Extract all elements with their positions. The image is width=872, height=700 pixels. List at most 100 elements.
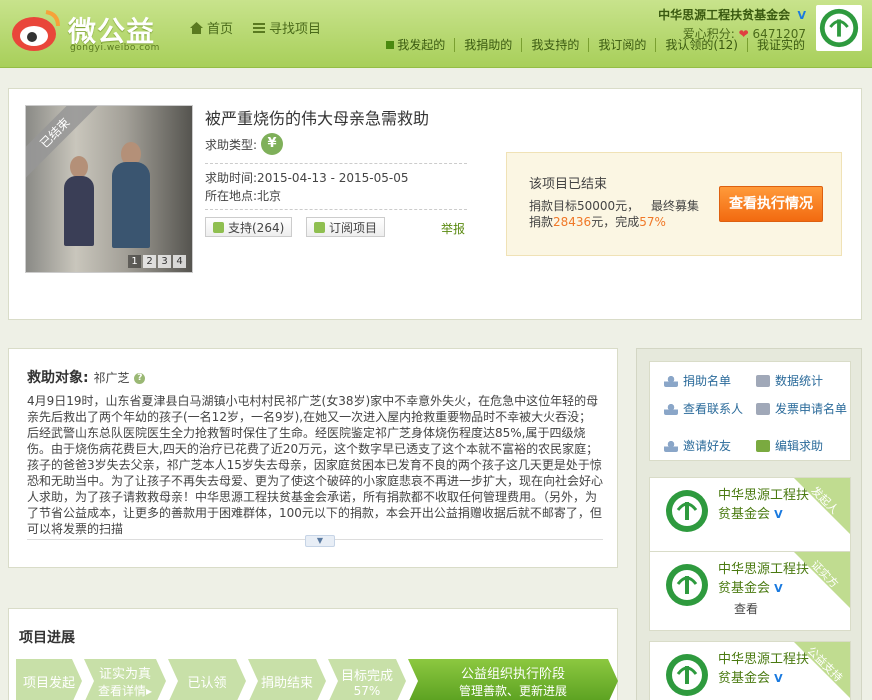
list-icon	[253, 22, 266, 33]
beneficiary-name: 祁广芝	[93, 371, 130, 385]
goal-text: 捐款目标50000元，	[529, 199, 640, 213]
step-initiated: 项目发起	[16, 659, 82, 700]
subnav-donated[interactable]: 我捐助的	[454, 38, 521, 52]
beneficiary-label: 救助对象:	[27, 370, 89, 386]
pager-4[interactable]: 4	[173, 255, 186, 268]
progress-steps: 项目发起 证实为真 查看详情▸ 已认领 捐助结束 目标完成 57% 公益组织执行…	[16, 659, 620, 700]
pager-1[interactable]: 1	[128, 255, 141, 268]
step-label: 公益组织执行阶段	[460, 667, 565, 682]
foundation-logo[interactable]	[664, 652, 710, 698]
raised-value: 28436	[553, 215, 592, 229]
raised-prefix: 捐款	[529, 215, 554, 229]
link-label: 发票申请名单	[775, 402, 848, 416]
description-card: 救助对象: 祁广芝 ? 4月9日19时，山东省夏津县白马湖镇小屯村村民祁广芝(女…	[8, 348, 618, 568]
final-raised-label: 最终募集	[651, 199, 700, 213]
help-time-value: :2015-04-13 - 2015-05-05	[253, 171, 409, 185]
weibo-logo-icon	[12, 10, 60, 51]
yuan-icon: ¥	[261, 133, 284, 155]
top-header: 微公益 gongyi.weibo.com 首页 寻找项目 中华思源工程扶贫基金会…	[0, 0, 872, 68]
step-view-details-link[interactable]: 查看详情▸	[98, 682, 152, 699]
photo-child	[64, 176, 94, 246]
step-label: 项目发起	[22, 675, 75, 691]
subnav-initiated[interactable]: 我发起的	[377, 38, 454, 52]
subnav-initiated-label: 我发起的	[397, 38, 446, 52]
support-button-label: 支持(264)	[228, 220, 285, 235]
pager-2[interactable]: 2	[143, 255, 156, 268]
divider	[205, 209, 467, 210]
project-card: 已结束 1 2 3 4 被严重烧伤的伟大母亲急需救助 求助类型: ¥ 求助时间:…	[8, 88, 862, 320]
user-subnav: 我发起的 我捐助的 我支持的 我订阅的 我认领的(12) 我证实的	[377, 38, 814, 52]
sidebar-links: 捐助名单 数据统计 查看联系人 发票申请名单 邀请好友 编辑求助	[649, 361, 851, 461]
location-value: :北京	[253, 189, 282, 203]
subnav-claimed[interactable]: 我认领的(12)	[655, 38, 747, 52]
subscribe-button[interactable]: 订阅项目	[306, 217, 386, 237]
link-invite-friends[interactable]: 邀请好友	[664, 439, 754, 454]
nav-home[interactable]: 首页	[190, 18, 233, 37]
org-card-supporter: 中华思源工程扶贫基金会 V 公益支持	[649, 641, 851, 700]
link-edit-request[interactable]: 编辑求助	[756, 439, 848, 454]
subnav-verified[interactable]: 我证实的	[746, 38, 814, 52]
foundation-logo[interactable]	[664, 562, 710, 608]
photo-pager: 1 2 3 4	[128, 255, 186, 268]
org-view-link[interactable]: 查看	[734, 600, 758, 617]
link-label: 编辑求助	[775, 439, 824, 453]
subnav-supported[interactable]: 我支持的	[521, 38, 588, 52]
help-time-label: 求助时间	[205, 171, 254, 185]
step-label: 捐助结束	[260, 675, 313, 691]
support-button[interactable]: 支持(264)	[205, 217, 293, 237]
verified-v-icon: V	[774, 508, 783, 521]
user-name-link[interactable]: 中华思源工程扶贫基金会	[658, 8, 790, 22]
document-icon	[756, 375, 770, 387]
step-claimed: 已认领	[168, 659, 246, 700]
step-label: 证实为真	[98, 667, 151, 682]
step-verified[interactable]: 证实为真 查看详情▸	[84, 659, 166, 700]
org-card-initiator: 中华思源工程扶贫基金会 V 发起人	[649, 477, 851, 557]
help-type-label: 求助类型:	[205, 137, 258, 152]
verified-v-icon: V	[774, 582, 783, 595]
link-label: 查看联系人	[683, 402, 744, 416]
rss-icon	[314, 221, 325, 233]
subnav-subscribed[interactable]: 我订阅的	[588, 38, 655, 52]
report-link[interactable]: 举报	[441, 220, 465, 237]
nav-find-projects-label: 寻找项目	[269, 22, 322, 37]
link-label: 捐助名单	[683, 374, 732, 388]
progress-card: 项目进展 项目发起 证实为真 查看详情▸ 已认领 捐助结束 目标完成 57% 公…	[8, 608, 618, 700]
project-photo[interactable]: 已结束 1 2 3 4	[25, 105, 193, 273]
expand-chevron-down-icon[interactable]: ▼	[305, 535, 335, 547]
description-text: 4月9日19时，山东省夏津县白马湖镇小屯村村民祁广芝(女38岁)家中不幸意外失火…	[27, 394, 603, 536]
link-view-contacts[interactable]: 查看联系人	[664, 402, 754, 417]
status-raised-line: 捐款28436元，完成57%	[529, 213, 666, 230]
divider	[205, 163, 467, 164]
link-donor-list[interactable]: 捐助名单	[664, 374, 754, 389]
person-icon	[664, 375, 678, 387]
status-title: 该项目已结束	[529, 177, 608, 192]
step-goal-percent: 57%	[353, 683, 381, 698]
nav-find-projects[interactable]: 寻找项目	[253, 18, 321, 37]
location-label: 所在地点	[205, 189, 254, 203]
edit-icon	[756, 440, 770, 452]
person-icon	[664, 440, 678, 452]
view-execution-button[interactable]: 查看执行情况	[719, 186, 823, 222]
person-icon	[664, 403, 678, 415]
photo-child	[112, 162, 150, 248]
home-icon	[190, 21, 203, 34]
weibo-gongyi-logo[interactable]: 微公益 gongyi.weibo.com	[10, 8, 180, 54]
step-execution-sub: 管理善款、更新进展	[458, 684, 567, 698]
user-avatar[interactable]	[816, 5, 862, 51]
link-statistics[interactable]: 数据统计	[756, 374, 848, 389]
photo-child-head	[70, 156, 88, 178]
sidebar: 捐助名单 数据统计 查看联系人 发票申请名单 邀请好友 编辑求助 中华思源工程扶…	[636, 348, 862, 700]
link-label: 数据统计	[775, 374, 824, 388]
link-invoice-list[interactable]: 发票申请名单	[756, 402, 848, 417]
step-label: 已认领	[187, 675, 227, 691]
verified-v-icon: V	[797, 9, 806, 22]
project-meta: 求助时间:2015-04-13 - 2015-05-05 所在地点:北京	[205, 169, 409, 205]
status-goal-line: 捐款目标50000元， 最终募集	[529, 197, 699, 214]
foundation-logo[interactable]	[664, 488, 710, 534]
top-nav: 首页 寻找项目	[190, 18, 321, 37]
pager-3[interactable]: 3	[158, 255, 171, 268]
help-question-icon[interactable]: ?	[134, 372, 146, 384]
raised-suffix: 元，完成	[591, 215, 640, 229]
step-label: 目标完成	[340, 668, 393, 684]
document-icon	[756, 403, 770, 415]
